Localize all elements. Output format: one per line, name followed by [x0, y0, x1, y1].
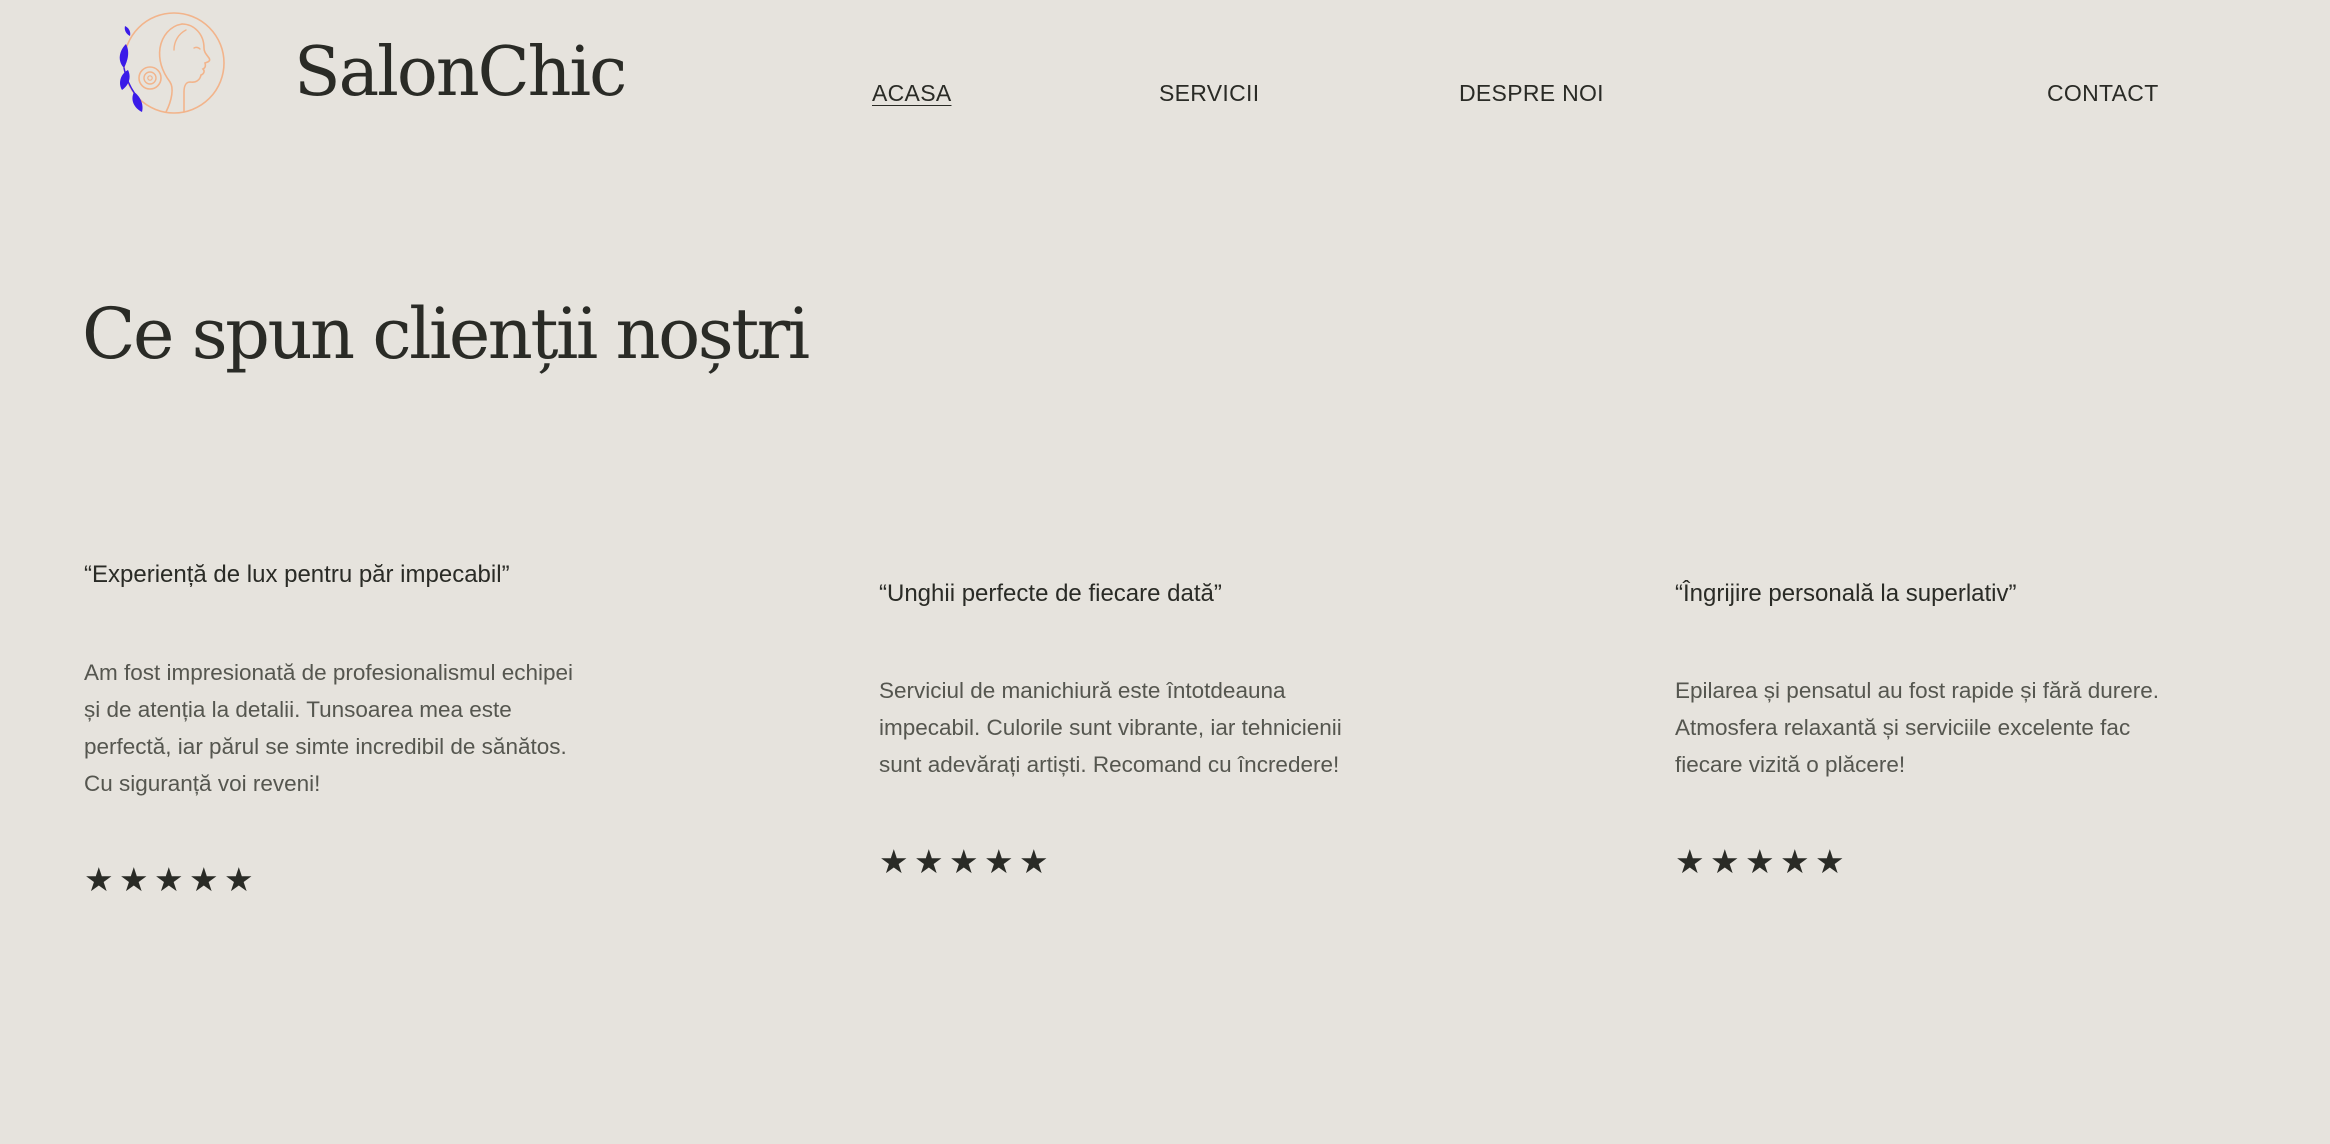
- nav-item-despre-noi[interactable]: DESPRE NOI: [1459, 76, 1604, 110]
- testimonial-text-line: Am fost impresionată de profesionalismul…: [84, 660, 573, 685]
- star-icon: ★: [84, 860, 114, 899]
- star-icon: ★: [984, 842, 1014, 881]
- page: SalonChic ACASA SERVICII DESPRE NOI CONT…: [0, 0, 2330, 1144]
- testimonial-card: “Unghii perfecte de fiecare dată” Servic…: [879, 577, 1439, 880]
- testimonial-text: Serviciul de manichiură este întotdeauna…: [879, 672, 1399, 783]
- star-icon: ★: [1710, 842, 1740, 881]
- testimonial-text: Am fost impresionată de profesionalismul…: [84, 654, 624, 802]
- testimonial-text-line: sunt adevărați artiști. Recomand cu încr…: [879, 752, 1340, 777]
- testimonial-text-line: și de atenția la detalii. Tunsoarea mea …: [84, 697, 512, 722]
- nav-item-servicii[interactable]: SERVICII: [1159, 76, 1259, 110]
- star-icon: ★: [224, 860, 254, 899]
- testimonial-text: Epilarea și pensatul au fost rapide și f…: [1675, 672, 2195, 783]
- section-title: Ce spun clienții noștri: [82, 293, 810, 375]
- testimonial-title: “Îngrijire personală la superlativ”: [1675, 580, 2017, 607]
- star-icon: ★: [119, 860, 149, 899]
- star-icon: ★: [879, 842, 909, 881]
- testimonial-text-line: Serviciul de manichiură este întotdeauna: [879, 678, 1286, 703]
- testimonial-text-line: Atmosfera relaxantă și serviciile excele…: [1675, 715, 2131, 740]
- star-rating: ★ ★ ★ ★ ★: [84, 860, 254, 899]
- star-icon: ★: [1780, 842, 1810, 881]
- testimonial-card: “Experiență de lux pentru păr impecabil”…: [84, 558, 644, 898]
- brand-name[interactable]: SalonChic: [294, 28, 627, 118]
- testimonial-text-line: fiecare vizită o plăcere!: [1675, 752, 1906, 777]
- testimonial-title: “Unghii perfecte de fiecare dată”: [879, 580, 1222, 607]
- woman-profile-with-flower-logo-icon: [119, 12, 225, 114]
- star-rating: ★ ★ ★ ★ ★: [879, 842, 1049, 881]
- star-icon: ★: [189, 860, 219, 899]
- testimonial-text-line: impecabil. Culorile sunt vibrante, iar t…: [879, 715, 1342, 740]
- testimonial-title: “Experiență de lux pentru păr impecabil”: [84, 561, 510, 588]
- star-rating: ★ ★ ★ ★ ★: [1675, 842, 1845, 881]
- star-icon: ★: [1815, 842, 1845, 881]
- star-icon: ★: [949, 842, 979, 881]
- testimonial-text-line: Cu siguranță voi reveni!: [84, 771, 321, 796]
- star-icon: ★: [914, 842, 944, 881]
- nav-item-contact[interactable]: CONTACT: [2047, 76, 2159, 110]
- star-icon: ★: [1675, 842, 1705, 881]
- star-icon: ★: [154, 860, 184, 899]
- nav-item-acasa[interactable]: ACASA: [872, 76, 951, 110]
- star-icon: ★: [1019, 842, 1049, 881]
- testimonial-text-line: perfectă, iar părul se simte incredibil …: [84, 734, 567, 759]
- testimonial-text-line: Epilarea și pensatul au fost rapide și f…: [1675, 678, 2160, 703]
- star-icon: ★: [1745, 842, 1775, 881]
- testimonial-card: “Îngrijire personală la superlativ” Epil…: [1675, 577, 2235, 880]
